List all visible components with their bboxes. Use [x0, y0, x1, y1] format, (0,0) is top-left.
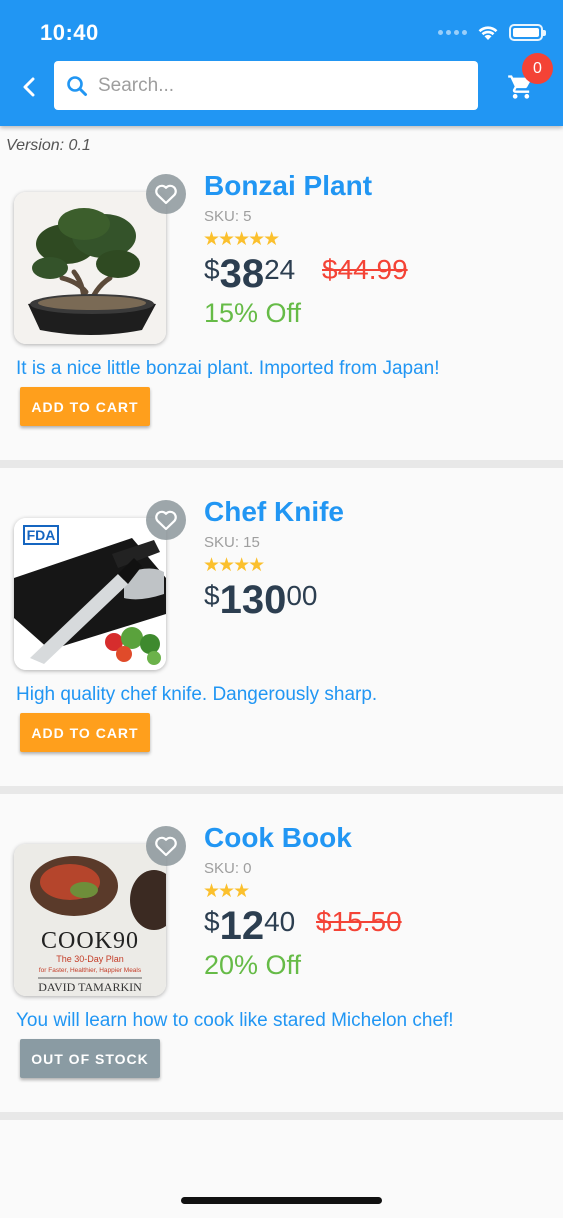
out-of-stock-button[interactable]: OUT OF STOCK	[20, 1039, 160, 1078]
svg-text:The 30-Day Plan: The 30-Day Plan	[56, 954, 124, 964]
original-price: $15.50	[316, 906, 402, 937]
product-description: It is a nice little bonzai plant. Import…	[16, 358, 440, 379]
price-integer: 38	[219, 252, 265, 296]
signal-icon	[438, 30, 467, 35]
divider	[0, 1112, 563, 1120]
home-indicator[interactable]	[181, 1197, 382, 1204]
product-title[interactable]: Chef Knife	[204, 496, 344, 528]
svg-text:FDA: FDA	[27, 527, 56, 543]
status-time: 10:40	[40, 20, 99, 45]
app-header: 10:40 0	[0, 0, 563, 126]
heart-outline-icon	[155, 836, 177, 857]
svg-text:COOK90: COOK90	[41, 928, 139, 954]
product-sku: SKU: 5	[204, 208, 252, 225]
favorite-button[interactable]	[146, 174, 186, 214]
svg-text:for Faster, Healthier, Happier: for Faster, Healthier, Happier Meals	[39, 967, 142, 974]
product-card: Bonzai Plant SKU: 5 ★★★★★ $ 38 24 $44.99…	[0, 162, 563, 474]
heart-outline-icon	[155, 510, 177, 531]
add-to-cart-button[interactable]: ADD TO CART	[20, 713, 150, 752]
knife-image: FDA	[14, 518, 166, 670]
product-description: You will learn how to cook like stared M…	[16, 1010, 454, 1031]
wifi-icon	[478, 26, 498, 40]
svg-text:DAVID TAMARKIN: DAVID TAMARKIN	[38, 980, 142, 994]
discount-label: 15% Off	[204, 298, 302, 328]
product-card: COOK90 The 30-Day Plan for Faster, Healt…	[0, 814, 563, 1126]
back-button[interactable]	[14, 70, 44, 104]
product-title[interactable]: Bonzai Plant	[204, 170, 372, 202]
product-title[interactable]: Cook Book	[204, 822, 352, 854]
divider	[0, 786, 563, 794]
product-card: FDA Chef Knife SKU: 15 ★★★★ $ 130 00 Hig…	[0, 488, 563, 800]
search-input[interactable]	[98, 74, 458, 97]
favorite-button[interactable]	[146, 500, 186, 540]
price-currency: $	[204, 580, 220, 611]
product-image[interactable]: COOK90 The 30-Day Plan for Faster, Healt…	[14, 844, 166, 996]
rating-stars: ★★★★	[203, 555, 265, 576]
product-price: $ 38 24	[204, 250, 295, 297]
battery-icon	[509, 24, 546, 41]
price-currency: $	[204, 254, 220, 285]
divider	[0, 460, 563, 468]
product-image[interactable]: FDA	[14, 518, 166, 670]
product-price: $ 130 00	[204, 576, 317, 623]
search-bar[interactable]	[54, 61, 478, 110]
price-decimal: 00	[286, 580, 318, 611]
price-currency: $	[204, 906, 220, 937]
product-description: High quality chef knife. Dangerously sha…	[16, 684, 378, 705]
product-sku: SKU: 15	[204, 534, 260, 551]
chevron-left-icon	[23, 77, 35, 97]
favorite-button[interactable]	[146, 826, 186, 866]
price-decimal: 24	[264, 254, 296, 285]
price-integer: 130	[219, 578, 287, 622]
price-decimal: 40	[264, 906, 296, 937]
add-to-cart-button[interactable]: ADD TO CART	[20, 387, 150, 426]
product-price: $ 12 40	[204, 902, 295, 949]
price-integer: 12	[219, 904, 265, 948]
heart-outline-icon	[155, 184, 177, 205]
cart-count-badge: 0	[522, 53, 553, 84]
rating-stars: ★★★	[203, 881, 250, 902]
search-icon	[67, 75, 87, 96]
product-image[interactable]	[14, 192, 166, 344]
rating-stars: ★★★★★	[203, 229, 280, 250]
product-sku: SKU: 0	[204, 860, 252, 877]
bonzai-image	[14, 192, 166, 344]
app-screen: 10:40 0	[0, 0, 563, 1218]
original-price: $44.99	[322, 254, 408, 285]
cookbook-image: COOK90 The 30-Day Plan for Faster, Healt…	[14, 844, 166, 996]
discount-label: 20% Off	[204, 950, 302, 980]
version-label: Version: 0.1	[6, 137, 91, 154]
status-icons	[438, 24, 546, 41]
